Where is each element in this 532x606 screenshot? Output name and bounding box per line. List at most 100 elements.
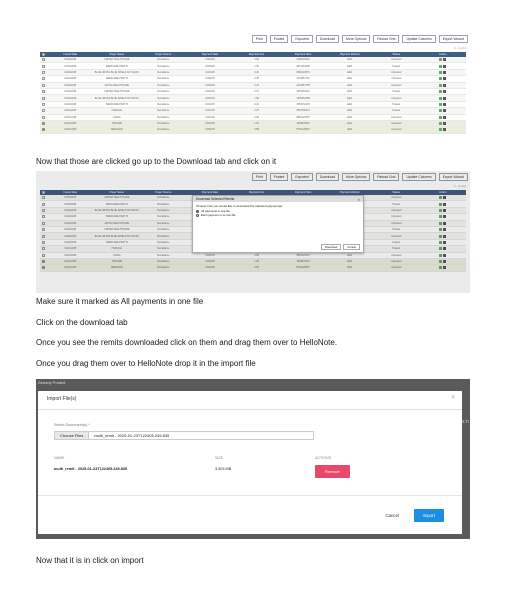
edit-icon[interactable]: [439, 128, 443, 132]
close-icon[interactable]: ×: [451, 395, 455, 401]
table-cell: 01/03/2025: [64, 64, 77, 68]
edit-icon[interactable]: [439, 70, 443, 74]
edit-icon[interactable]: [439, 77, 443, 81]
row-checkbox[interactable]: [40, 70, 47, 74]
table-cell: UNITED HEALTHCARE: [104, 90, 130, 94]
row-checkbox[interactable]: [40, 64, 47, 68]
modal-title: Import File(s): [47, 396, 77, 402]
table-cell: 01/02/2025: [64, 77, 77, 81]
select-all-checkbox[interactable]: [40, 52, 47, 57]
row-checkbox[interactable]: [40, 115, 47, 119]
delete-icon[interactable]: [443, 128, 447, 132]
reload-grid-button[interactable]: Reload Grid: [373, 35, 400, 43]
table-cell: ERA: [347, 109, 353, 113]
edit-icon[interactable]: [439, 83, 443, 87]
required-asterisk: *: [88, 423, 90, 427]
table-cell: 3.33: [254, 83, 259, 87]
delete-icon[interactable]: [443, 115, 447, 119]
col-header[interactable]: Payment Method: [326, 53, 373, 56]
dialog-cancel-button[interactable]: Cancel: [343, 244, 360, 250]
row-checkbox[interactable]: [40, 90, 47, 94]
file-input[interactable]: Choose Files multi_remit - 2025-01-23T12…: [54, 431, 314, 440]
table-cell: HUMANA: [111, 109, 123, 113]
edit-icon[interactable]: [439, 115, 443, 119]
col-header[interactable]: Payment Num: [280, 53, 327, 56]
delete-icon[interactable]: [443, 122, 447, 126]
table-cell: 2114857758: [296, 83, 310, 87]
row-actions: [420, 109, 467, 113]
dialog-download-button[interactable]: Download: [320, 244, 342, 250]
edit-icon[interactable]: [439, 102, 443, 106]
table-cell: BLUE CROSS BLUE SHIELD OF TEXAS: [94, 70, 139, 74]
table-cell: 01/01/2025: [64, 122, 77, 126]
table-cell: Unposted: [391, 122, 402, 126]
table-cell: 01/03/25: [205, 64, 215, 68]
delete-icon[interactable]: [443, 64, 447, 68]
edit-icon[interactable]: [439, 64, 443, 68]
table-row[interactable]: 01/01/2025 MEDICAID Remittance 01/01/25 0.58…: [40, 127, 466, 134]
table-cell: 2185484526: [296, 58, 310, 62]
col-header[interactable]: Action: [420, 53, 467, 56]
table-cell: ERA: [347, 122, 353, 126]
close-icon[interactable]: ×: [358, 197, 360, 202]
import-modal: Import File(s) × Select Document(s) * Ch…: [38, 391, 462, 534]
label-text: Select Document(s): [54, 423, 88, 427]
delete-icon[interactable]: [443, 96, 447, 100]
row-checkbox[interactable]: [40, 83, 47, 87]
posted-button[interactable]: Posted: [269, 35, 289, 43]
row-checkbox[interactable]: [40, 128, 47, 132]
row-checkbox[interactable]: [40, 58, 47, 62]
col-header[interactable]: Payment Date: [187, 53, 234, 56]
row-checkbox[interactable]: [40, 109, 47, 113]
edit-icon[interactable]: [439, 96, 443, 100]
row-checkbox[interactable]: [40, 102, 47, 106]
delete-icon[interactable]: [443, 77, 447, 81]
more-options-button[interactable]: More Options: [341, 35, 371, 43]
row-checkbox[interactable]: [40, 122, 47, 126]
export-wizard-button[interactable]: Export Wizard: [438, 35, 468, 43]
print-button[interactable]: Print: [251, 35, 267, 43]
table-cell: Unposted: [391, 96, 402, 100]
cancel-button[interactable]: Cancel: [385, 513, 399, 518]
col-header[interactable]: Payer Name: [94, 53, 141, 56]
table-cell: Posted: [392, 64, 400, 68]
table-cell: 2114857764: [296, 77, 310, 81]
col-header[interactable]: Payer Source: [140, 53, 187, 56]
table-cell: 01/03/25: [205, 58, 215, 62]
delete-icon[interactable]: [443, 90, 447, 94]
table-cell: AETNA HEALTHCARE: [104, 83, 130, 87]
col-header[interactable]: Payment Amt: [233, 53, 280, 56]
update-columns-button[interactable]: Update Columns: [402, 35, 436, 43]
edit-icon[interactable]: [439, 109, 443, 113]
edit-icon[interactable]: [439, 58, 443, 62]
remove-button[interactable]: Remove: [315, 465, 350, 478]
instruction-text: Click on the download tab: [36, 318, 128, 327]
table-cell: 1.98: [254, 96, 259, 100]
edit-icon[interactable]: [439, 90, 443, 94]
choose-files-button[interactable]: Choose Files: [55, 432, 90, 439]
table-cell: Unposted: [391, 115, 402, 119]
delete-icon[interactable]: [443, 70, 447, 74]
table-cell: 01/03/25: [205, 70, 215, 74]
row-checkbox[interactable]: [40, 96, 47, 100]
table-cell: 01/02/25: [205, 77, 215, 81]
table-cell: Remittance: [157, 70, 170, 74]
table-cell: 9854121547: [296, 115, 310, 119]
delete-icon[interactable]: [443, 102, 447, 106]
delete-icon[interactable]: [443, 83, 447, 87]
row-checkbox[interactable]: [40, 77, 47, 81]
table-cell: 1.25: [254, 122, 259, 126]
delete-icon[interactable]: [443, 58, 447, 62]
download-button[interactable]: Download: [315, 35, 339, 43]
exported-button[interactable]: Exported: [291, 35, 313, 43]
option-each-file[interactable]: Each payment in its own file: [193, 213, 363, 217]
table-cell: 3254541278: [296, 102, 310, 106]
delete-icon[interactable]: [443, 109, 447, 113]
col-header[interactable]: Status: [373, 53, 420, 56]
col-header[interactable]: Import Date: [47, 53, 94, 56]
table-cell: ERA: [347, 128, 353, 132]
table-cell: 01/02/2025: [64, 102, 77, 106]
table-cell: Unposted: [391, 77, 402, 81]
import-button[interactable]: Import: [413, 509, 444, 522]
edit-icon[interactable]: [439, 122, 443, 126]
